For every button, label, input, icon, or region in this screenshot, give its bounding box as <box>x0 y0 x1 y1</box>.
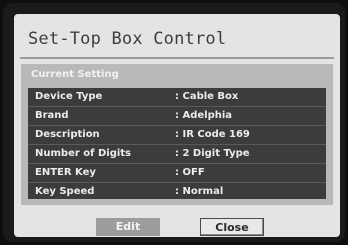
setting-row-brand: Brand : Adelphia <box>28 107 326 125</box>
set-top-box-control-dialog: Set-Top Box Control Current Setting Devi… <box>14 14 340 237</box>
screen-frame: Set-Top Box Control Current Setting Devi… <box>3 3 345 242</box>
setting-row-device-type: Device Type : Cable Box <box>28 88 326 106</box>
setting-row-description: Description : IR Code 169 <box>28 126 326 144</box>
setting-value: : OFF <box>175 167 205 178</box>
setting-label: Description <box>35 129 100 140</box>
setting-value: : Cable Box <box>175 91 239 102</box>
edit-button[interactable]: Edit <box>96 218 160 236</box>
setting-row-number-of-digits: Number of Digits : 2 Digit Type <box>28 145 326 163</box>
setting-label: Device Type <box>35 91 103 102</box>
setting-value: : IR Code 169 <box>175 129 250 140</box>
panel-header: Current Setting <box>31 69 119 80</box>
setting-value: : 2 Digit Type <box>175 148 250 159</box>
dialog-title: Set-Top Box Control <box>28 29 227 49</box>
setting-label: ENTER Key <box>35 167 96 178</box>
setting-row-key-speed: Key Speed : Normal <box>28 183 326 201</box>
setting-label: Brand <box>35 110 69 121</box>
current-setting-panel: Current Setting Device Type : Cable Box … <box>21 64 333 205</box>
title-divider <box>20 57 334 59</box>
setting-row-enter-key: ENTER Key : OFF <box>28 164 326 182</box>
close-button[interactable]: Close <box>200 218 264 236</box>
setting-label: Key Speed <box>35 186 95 197</box>
setting-value: : Adelphia <box>175 110 233 121</box>
settings-table: Device Type : Cable Box Brand : Adelphia… <box>28 88 326 199</box>
setting-value: : Normal <box>175 186 224 197</box>
setting-label: Number of Digits <box>35 148 132 159</box>
